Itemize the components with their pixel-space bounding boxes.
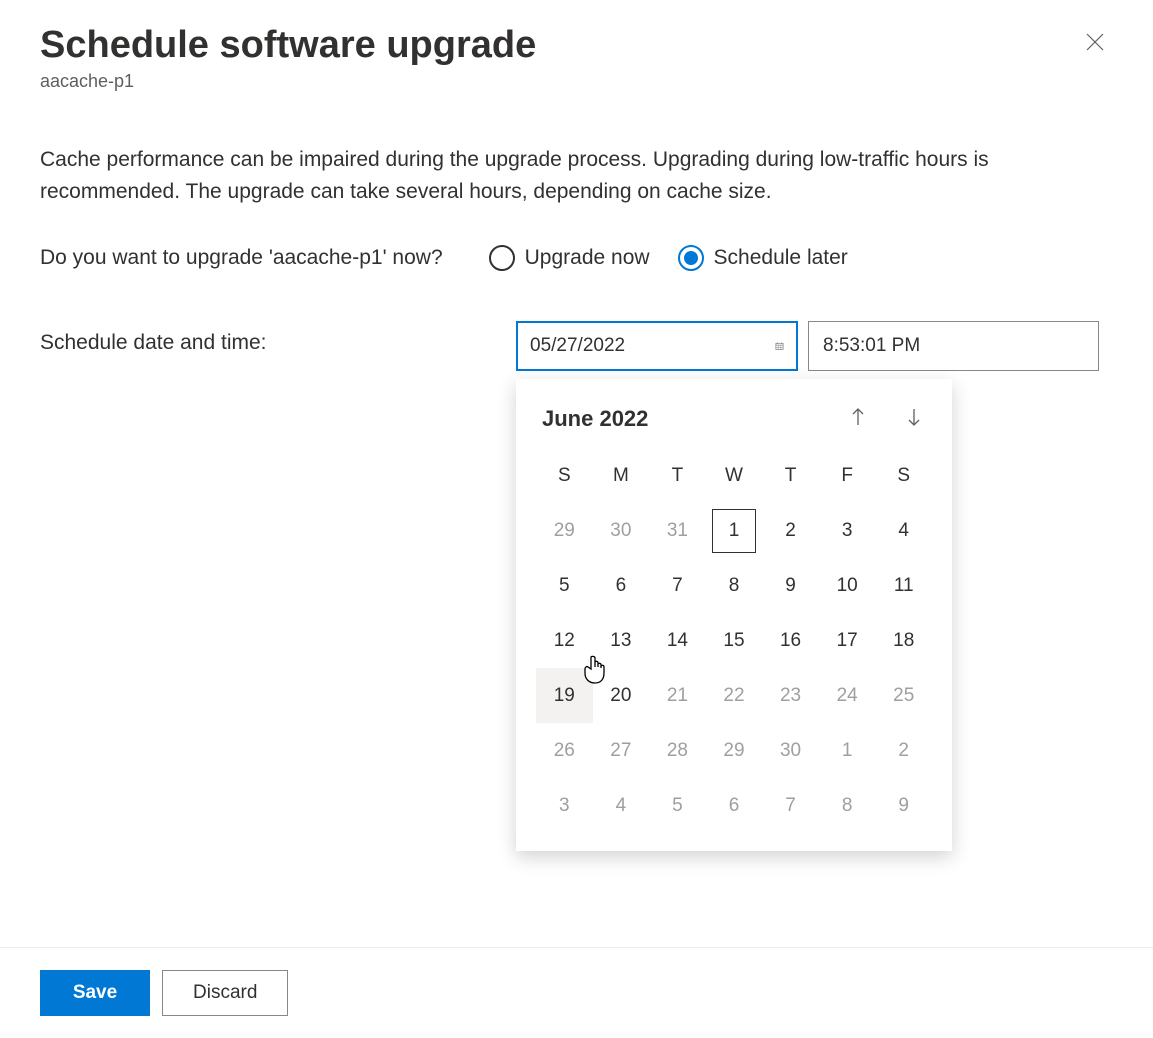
upgrade-option-group: Upgrade now Schedule later <box>489 243 848 271</box>
calendar-day[interactable]: 8 <box>706 558 763 613</box>
calendar-day[interactable]: 3 <box>819 503 876 558</box>
calendar-day[interactable]: 27 <box>593 723 650 778</box>
calendar-popup: June 2022 <box>516 379 952 851</box>
calendar-day[interactable]: 28 <box>649 723 706 778</box>
radio-schedule-later-label: Schedule later <box>714 246 848 270</box>
prev-month-button[interactable] <box>846 403 870 435</box>
time-input-wrapper[interactable] <box>808 321 1099 371</box>
calendar-day[interactable]: 16 <box>762 613 819 668</box>
calendar-day[interactable]: 21 <box>649 668 706 723</box>
calendar-day[interactable]: 29 <box>706 723 763 778</box>
calendar-day[interactable]: 25 <box>875 668 932 723</box>
calendar-day[interactable]: 11 <box>875 558 932 613</box>
calendar-day[interactable]: 7 <box>649 558 706 613</box>
calendar-day[interactable]: 7 <box>762 778 819 833</box>
radio-upgrade-now-label: Upgrade now <box>525 246 650 270</box>
footer-actions: Save Discard <box>0 947 1153 1038</box>
arrow-down-icon <box>906 407 922 427</box>
calendar-day[interactable]: 4 <box>875 503 932 558</box>
close-button[interactable] <box>1077 24 1113 65</box>
calendar-day[interactable]: 8 <box>819 778 876 833</box>
calendar-day[interactable]: 30 <box>593 503 650 558</box>
weekday-header: F <box>819 457 876 495</box>
radio-circle-checked-icon <box>678 245 704 271</box>
calendar-day[interactable]: 31 <box>649 503 706 558</box>
calendar-day[interactable]: 24 <box>819 668 876 723</box>
calendar-day[interactable]: 1 <box>819 723 876 778</box>
calendar-day[interactable]: 22 <box>706 668 763 723</box>
calendar-day[interactable]: 4 <box>593 778 650 833</box>
resource-name: aacache-p1 <box>40 71 1113 92</box>
weekday-header: W <box>706 457 763 495</box>
calendar-day[interactable]: 15 <box>706 613 763 668</box>
calendar-month-year[interactable]: June 2022 <box>542 406 648 432</box>
radio-circle-icon <box>489 245 515 271</box>
calendar-day[interactable]: 17 <box>819 613 876 668</box>
calendar-day[interactable]: 19 <box>536 668 593 723</box>
calendar-day[interactable]: 1 <box>706 503 763 558</box>
weekday-header: S <box>536 457 593 495</box>
weekday-header: T <box>762 457 819 495</box>
calendar-day[interactable]: 20 <box>593 668 650 723</box>
calendar-day[interactable]: 5 <box>536 558 593 613</box>
weekday-header: M <box>593 457 650 495</box>
weekday-header: S <box>875 457 932 495</box>
upgrade-question-label: Do you want to upgrade 'aacache-p1' now? <box>40 243 443 273</box>
calendar-day[interactable]: 13 <box>593 613 650 668</box>
calendar-day[interactable]: 29 <box>536 503 593 558</box>
calendar-day[interactable]: 5 <box>649 778 706 833</box>
weekday-header: T <box>649 457 706 495</box>
page-title: Schedule software upgrade <box>40 24 536 67</box>
calendar-day[interactable]: 3 <box>536 778 593 833</box>
radio-upgrade-now[interactable]: Upgrade now <box>489 245 650 271</box>
date-input[interactable] <box>530 335 775 357</box>
calendar-day[interactable]: 2 <box>875 723 932 778</box>
calendar-day[interactable]: 18 <box>875 613 932 668</box>
radio-schedule-later[interactable]: Schedule later <box>678 245 848 271</box>
calendar-day[interactable]: 26 <box>536 723 593 778</box>
schedule-datetime-label: Schedule date and time: <box>40 321 470 355</box>
calendar-day[interactable]: 30 <box>762 723 819 778</box>
next-month-button[interactable] <box>902 403 926 435</box>
calendar-day[interactable]: 10 <box>819 558 876 613</box>
calendar-day[interactable]: 9 <box>875 778 932 833</box>
close-icon <box>1085 32 1105 52</box>
calendar-day[interactable]: 12 <box>536 613 593 668</box>
calendar-day[interactable]: 23 <box>762 668 819 723</box>
calendar-day[interactable]: 14 <box>649 613 706 668</box>
calendar-icon[interactable] <box>775 336 784 356</box>
time-input[interactable] <box>823 335 1068 357</box>
arrow-up-icon <box>850 407 866 427</box>
description-text: Cache performance can be impaired during… <box>40 144 1113 207</box>
discard-button[interactable]: Discard <box>162 970 288 1016</box>
calendar-day[interactable]: 9 <box>762 558 819 613</box>
date-input-wrapper[interactable] <box>516 321 798 371</box>
save-button[interactable]: Save <box>40 970 150 1016</box>
radio-dot-icon <box>684 251 698 265</box>
calendar-day[interactable]: 2 <box>762 503 819 558</box>
calendar-day[interactable]: 6 <box>706 778 763 833</box>
calendar-day[interactable]: 6 <box>593 558 650 613</box>
